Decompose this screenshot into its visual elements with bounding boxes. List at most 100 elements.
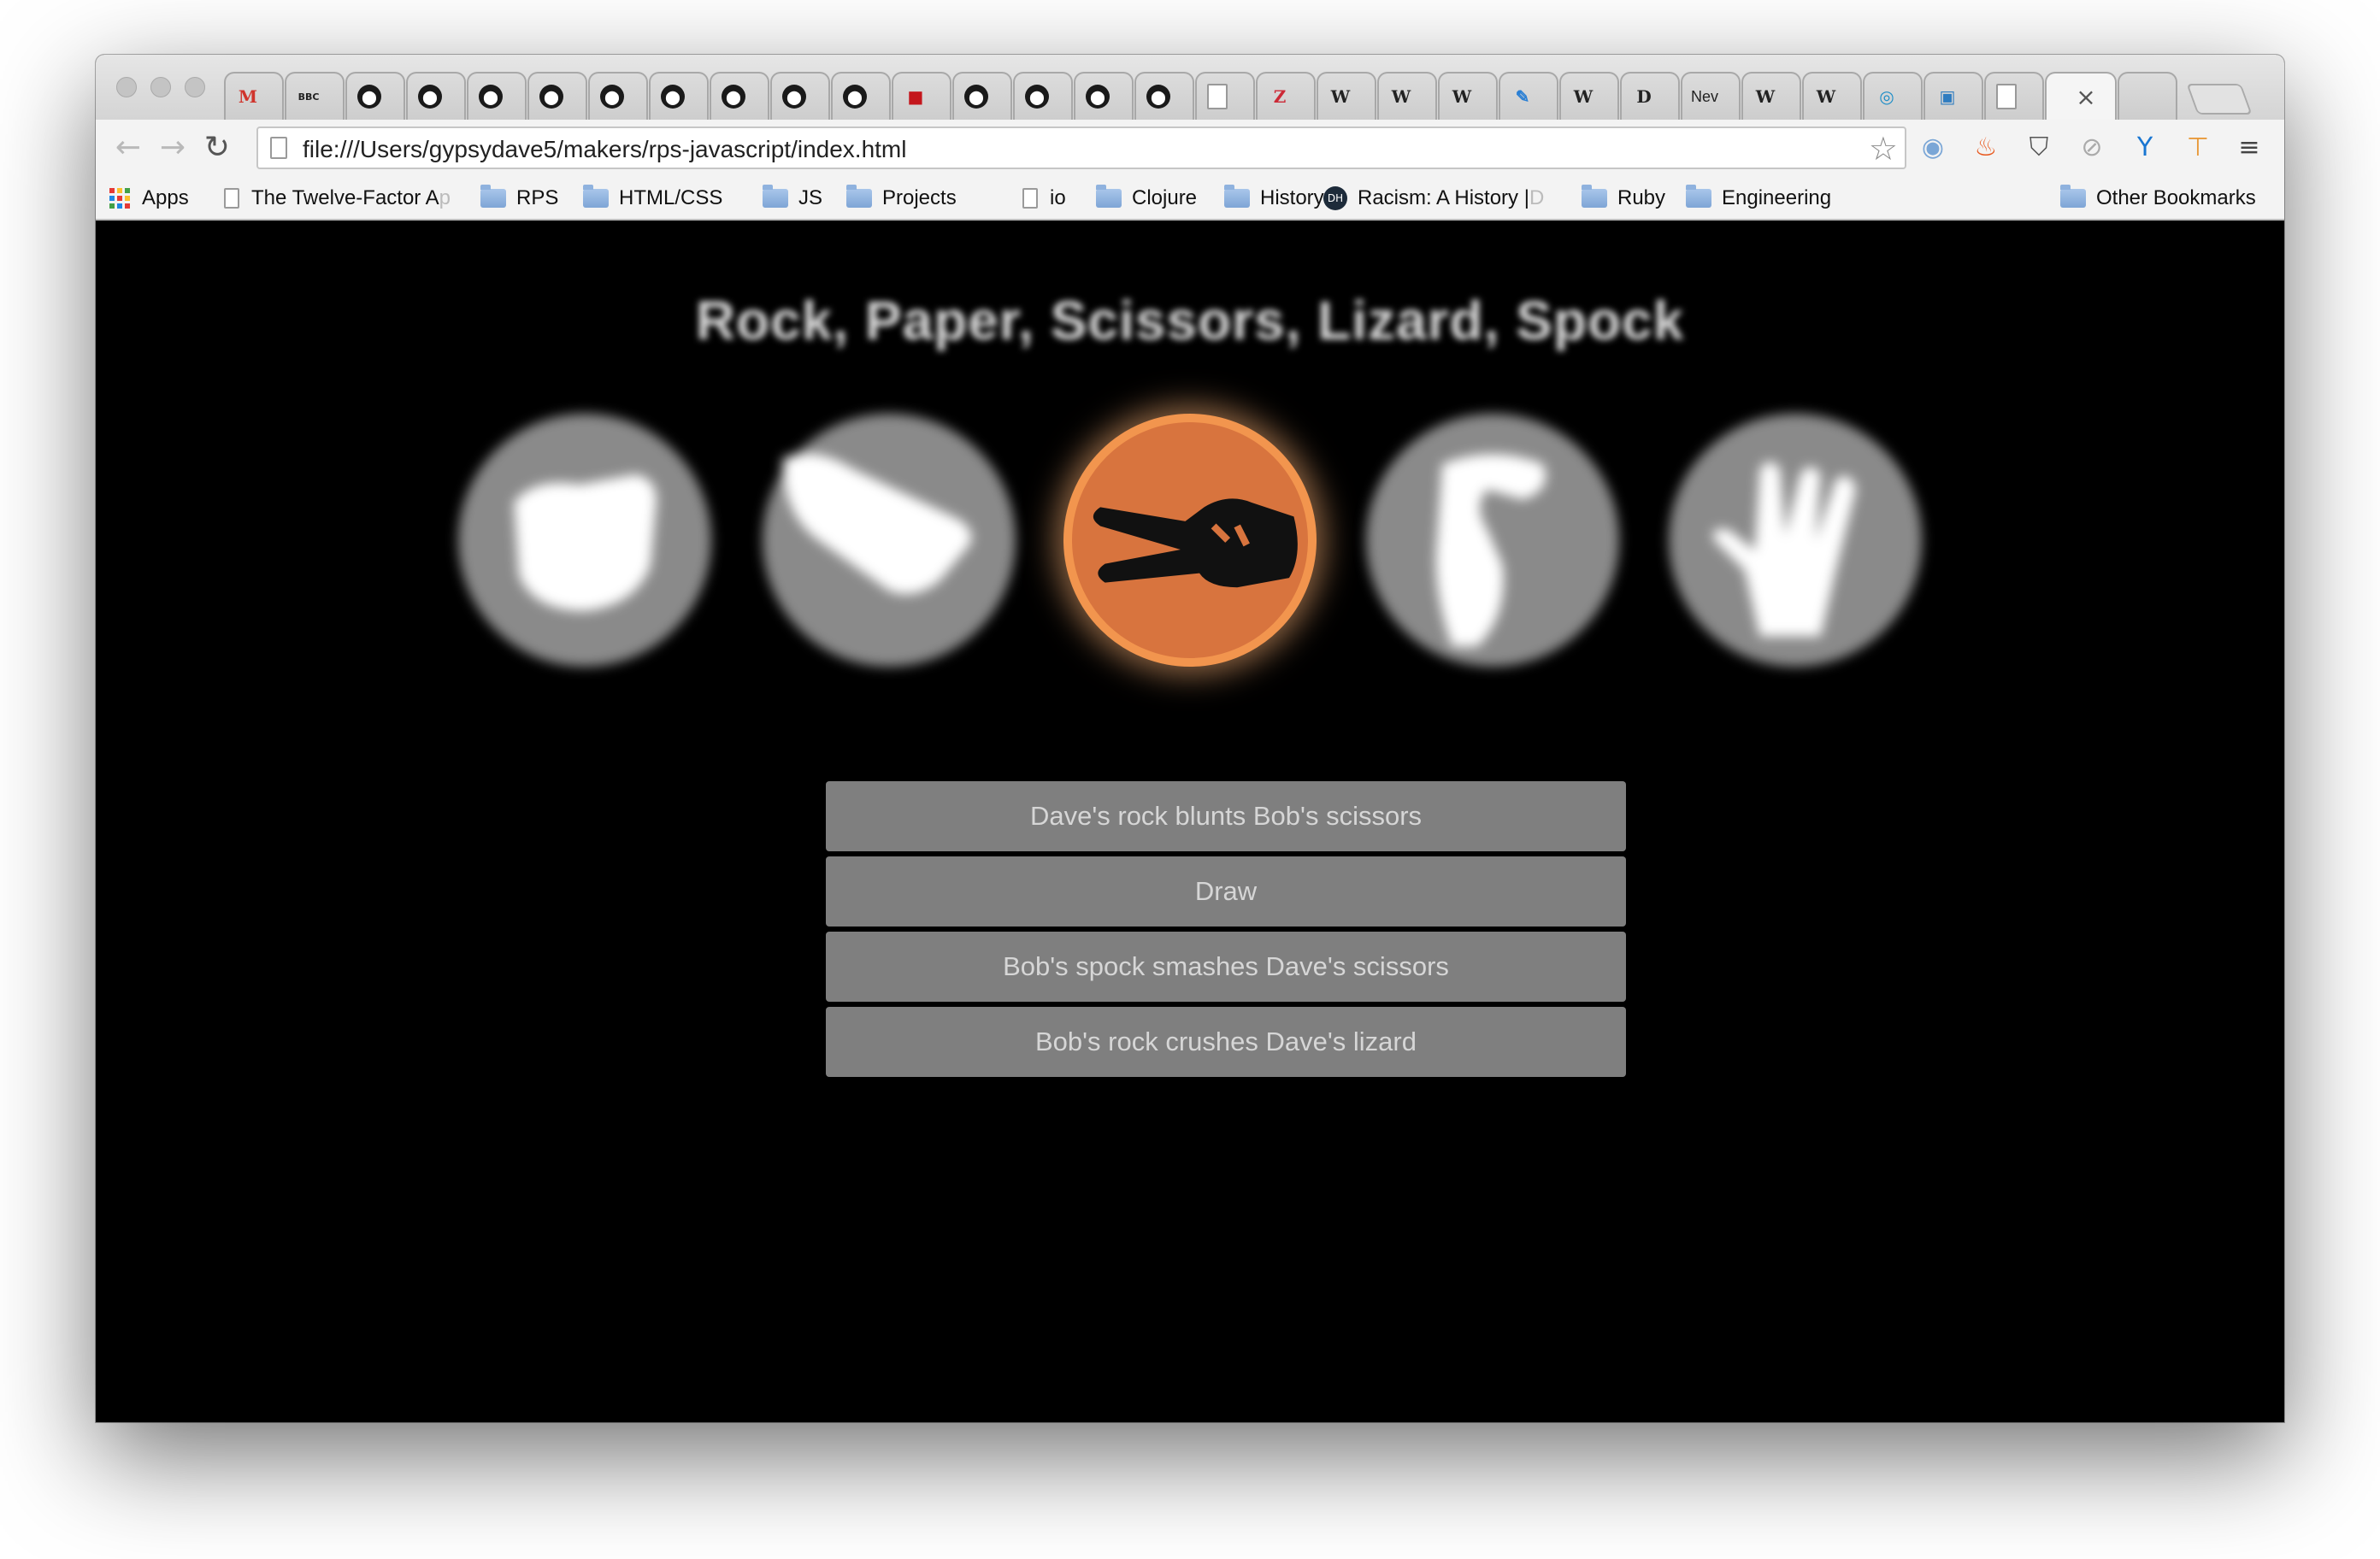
browser-tab[interactable]: ⬤ [770,72,830,120]
reload-button[interactable]: ↻ [197,128,238,168]
bookmark-label: JS [798,186,823,209]
browser-tab[interactable]: Z [1256,72,1316,120]
bookmark-racism-a-history[interactable]: DH Racism: A History | D [1323,185,1544,212]
rock-hand-icon [514,474,657,611]
wikipedia-icon: W [1816,86,1836,107]
bookmark-label: Racism: A History | [1358,186,1529,209]
browser-tab[interactable]: ⬤ [345,72,405,120]
browser-tab[interactable]: M [224,72,284,120]
t-extension-icon[interactable]: ⊤ [2182,132,2214,164]
browser-tab[interactable]: ✎ [1499,72,1558,120]
browser-tab[interactable]: ⬤ [527,72,587,120]
browser-tab[interactable] [1984,72,2044,120]
trello-icon: ▣ [1939,86,1956,107]
browser-tab[interactable] [2118,72,2177,120]
browser-tab[interactable]: ⬤ [1013,72,1073,120]
pocket-extension-icon[interactable]: ⛉ [2023,132,2055,164]
bookmark-label: io [1050,186,1066,209]
browser-tab[interactable]: ◎ [1863,72,1923,120]
browser-tab[interactable]: ⬤ [588,72,648,120]
bookmark-projects[interactable]: Projects [846,185,957,212]
browser-tab[interactable]: W [1377,72,1437,120]
bookmarks-bar: Apps The Twelve-Factor Ap RPS HTML/CSS JS Pro… [96,176,2284,221]
result-row: Dave's rock blunts Bob's scissors [826,781,1626,851]
circle-icon: ◎ [1879,86,1894,107]
bookmark-rps[interactable]: RPS [480,185,558,212]
rock-choice-button[interactable] [458,414,711,667]
browser-tab[interactable] [1195,72,1255,120]
browser-tab[interactable]: D [1620,72,1680,120]
menu-icon[interactable]: ≡ [2233,132,2265,164]
window-close-button[interactable] [116,77,137,97]
browser-tab[interactable]: ▣ [1923,72,1983,120]
browser-tab[interactable]: BBC [285,72,345,120]
page-icon [1022,188,1038,209]
folder-icon [1096,185,1122,208]
new-tab-button[interactable] [2186,84,2253,115]
apps-grid-icon [109,188,130,209]
page-content: Rock, Paper, Scissors, Lizard, Spock Dav… [96,221,2284,1422]
github-icon: ⬤ [1146,85,1170,109]
paper-choice-button[interactable] [763,414,1016,667]
bookmark-io[interactable]: io [1022,185,1066,212]
browser-tab[interactable]: ⬤ [406,72,466,120]
github-icon: ⬤ [539,85,563,109]
spock-choice-button[interactable] [1669,414,1922,667]
browser-tab[interactable]: × [2045,72,2117,120]
gmail-icon: M [238,86,258,107]
y-extension-icon[interactable]: Y [2129,132,2161,164]
spock-hand-icon [1713,462,1857,637]
browser-tab[interactable]: ■ [892,72,951,120]
browser-tab[interactable]: W [1559,72,1619,120]
dh-icon: DH [1323,186,1347,210]
bookmark-js[interactable]: JS [763,185,822,212]
bookmark-engineering[interactable]: Engineering [1686,185,1831,212]
close-icon[interactable]: × [2074,83,2098,111]
back-button[interactable]: ← [108,128,149,168]
folder-icon [763,185,788,208]
bookmark-star-icon[interactable]: ☆ [1869,130,1898,168]
browser-tab[interactable]: W [1802,72,1862,120]
bookmark-the-twelve-factor-a[interactable]: The Twelve-Factor Ap [224,185,451,212]
bookmark-ruby[interactable]: Ruby [1582,185,1665,212]
wikipedia-icon: W [1755,86,1776,107]
browser-tab[interactable]: ⬤ [1134,72,1194,120]
browser-tab[interactable]: W [1317,72,1376,120]
forward-button[interactable]: → [152,128,193,168]
result-row: Draw [826,856,1626,927]
browser-tab[interactable]: ⬤ [952,72,1012,120]
browser-tab[interactable]: W [1438,72,1498,120]
bookmark-history[interactable]: History [1224,185,1324,212]
address-url[interactable]: file:///Users/gypsydave5/makers/rps-java… [303,136,906,163]
browser-tab[interactable]: ⬤ [1074,72,1134,120]
browser-tab[interactable]: ⬤ [831,72,891,120]
fire-extension-icon[interactable]: ♨ [1970,132,2002,164]
browser-tab[interactable]: ⬤ [467,72,527,120]
browser-tab[interactable]: W [1741,72,1801,120]
lizard-choice-button[interactable] [1366,414,1619,667]
window-zoom-button[interactable] [185,77,205,97]
folder-icon [480,185,506,208]
address-bar[interactable]: file:///Users/gypsydave5/makers/rps-java… [256,126,1906,169]
bookmark-html-css[interactable]: HTML/CSS [583,185,722,212]
dictionary-icon: D [1636,86,1652,107]
github-icon: ⬤ [782,85,806,109]
bookmark-label: Projects [882,186,957,209]
zotero-icon: Z [1273,86,1287,107]
page-icon [224,188,239,209]
lizard-hand-icon [1435,454,1546,647]
window-minimize-button[interactable] [150,77,171,97]
bookmark-other-bookmarks[interactable]: Other Bookmarks [2060,185,2256,212]
bookmark-apps[interactable]: Apps [109,185,189,212]
folder-icon [583,185,609,208]
github-icon: ⬤ [357,85,381,109]
folder-icon [1686,185,1711,208]
camera-extension-icon[interactable]: ◉ [1917,132,1949,164]
page-icon [1207,84,1228,109]
browser-tab[interactable]: ⬤ [710,72,769,120]
scissors-choice-button[interactable] [1063,414,1317,667]
vimium-extension-icon[interactable]: ⊘ [2076,132,2108,164]
browser-tab[interactable]: Nev [1681,72,1741,120]
browser-tab[interactable]: ⬤ [649,72,709,120]
bookmark-clojure[interactable]: Clojure [1096,185,1197,212]
